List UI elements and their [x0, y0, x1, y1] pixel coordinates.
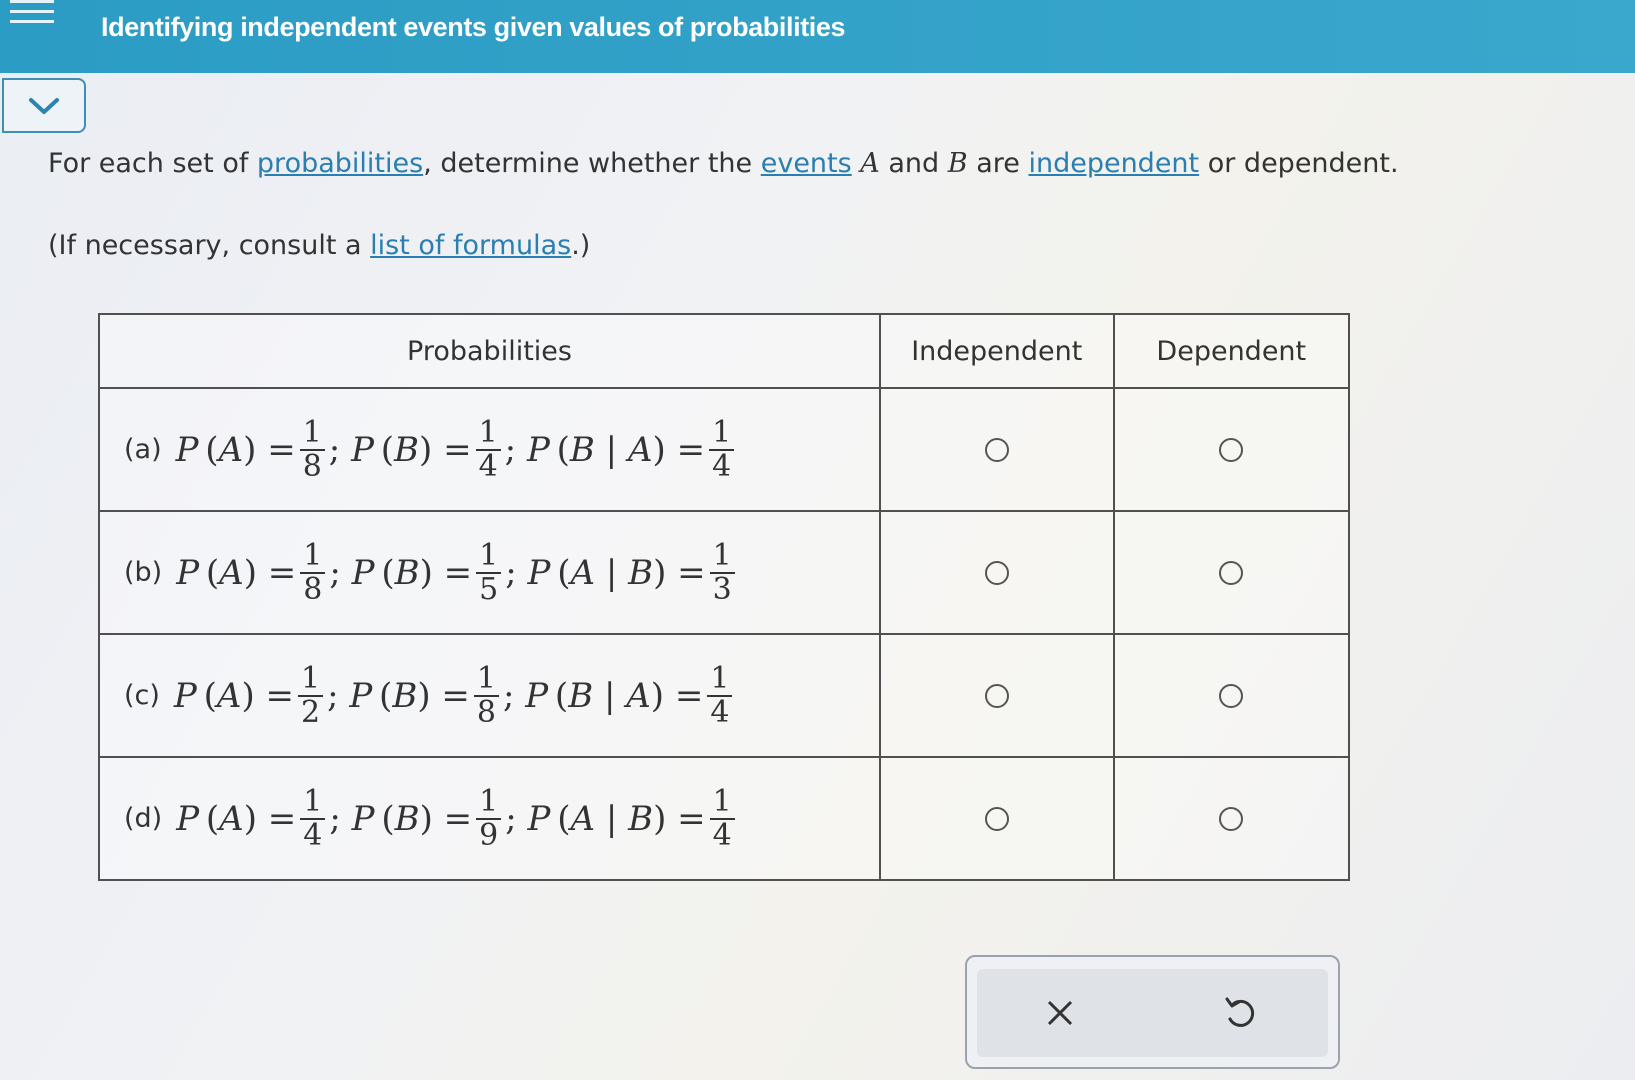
fraction-denominator: 5 [479, 571, 499, 607]
radio-independent[interactable] [984, 806, 1009, 831]
radio-independent[interactable] [984, 683, 1009, 708]
independent-cell [879, 633, 1115, 758]
variable-a: A [860, 148, 880, 179]
radio-dependent[interactable] [1219, 806, 1244, 831]
radio-independent[interactable] [984, 437, 1009, 462]
link-probabilities[interactable]: probabilities [257, 148, 423, 179]
instructions-text: are [967, 148, 1029, 179]
probabilities-cell: (d) P (A) = 1 4; P (B) = 1 9; P (A | B) = 1 4 [98, 756, 881, 881]
table-row: (a) P (A) = 1 8; P (B) = 1 4; P (B | A) = 1 4 [98, 387, 1351, 512]
fraction-pa: 14 [300, 786, 326, 853]
table-row: (c) P (A) = 1 2; P (B) = 1 8; P (B | A) = 1 4 [98, 633, 1351, 758]
fraction-conditional: 13 [709, 540, 735, 607]
chevron-down-icon [29, 97, 59, 114]
fraction-numerator: 1 [475, 417, 501, 451]
fraction-numerator: 1 [709, 786, 735, 820]
fraction-pa: 18 [299, 417, 325, 484]
hint-text: (If necessary, consult a [48, 230, 371, 261]
fraction-numerator: 1 [300, 540, 326, 574]
conditional-expression: B | A [569, 429, 653, 470]
page-title: Identifying independent events given val… [101, 12, 846, 42]
independent-cell [879, 387, 1115, 512]
probabilities-cell: (b) P (A) = 1 8; P (B) = 1 5; P (A | B) = 1 3 [98, 510, 881, 635]
instructions-text: , determine whether the [423, 148, 761, 179]
dependent-cell [1112, 510, 1351, 635]
probability-table: Probabilities Independent Dependent (a) P… [98, 313, 1351, 881]
fraction-conditional: 14 [707, 663, 733, 730]
independent-cell [879, 510, 1115, 635]
clear-button[interactable] [1030, 985, 1090, 1041]
fraction-pb: 18 [473, 663, 499, 730]
fraction-denominator: 8 [476, 694, 496, 730]
fraction-denominator: 3 [712, 571, 732, 607]
radio-independent[interactable] [984, 560, 1009, 585]
fraction-conditional: 14 [709, 417, 735, 484]
x-icon [1047, 1000, 1073, 1026]
fraction-denominator: 4 [303, 817, 323, 853]
row-label: (a) [124, 434, 162, 465]
table-header-row: Probabilities Independent Dependent [98, 313, 1351, 389]
instructions: For each set of probabilities, determine… [48, 148, 1399, 179]
collapse-button[interactable] [2, 78, 86, 133]
top-bar: Identifying independent events given val… [0, 0, 1635, 73]
dependent-cell [1112, 756, 1351, 881]
fraction-numerator: 1 [473, 663, 499, 697]
conditional-expression: A | B [570, 552, 654, 593]
link-independent[interactable]: independent [1028, 148, 1199, 179]
fraction-denominator: 4 [712, 817, 732, 853]
undo-icon [1225, 997, 1255, 1027]
fraction-denominator: 9 [479, 817, 499, 853]
action-bar [965, 955, 1340, 1069]
fraction-conditional: 14 [709, 786, 735, 853]
instructions-text: For each set of [48, 148, 257, 179]
row-label: (d) [124, 803, 163, 834]
fraction-numerator: 1 [476, 540, 502, 574]
fraction-denominator: 4 [710, 694, 730, 730]
radio-dependent[interactable] [1219, 560, 1244, 585]
fraction-denominator: 2 [301, 694, 321, 730]
link-events[interactable]: events [761, 148, 852, 179]
conditional-expression: A | B [570, 798, 654, 839]
fraction-pa: 18 [300, 540, 326, 607]
undo-button[interactable] [1210, 985, 1270, 1041]
header-dependent: Dependent [1112, 313, 1351, 389]
header-probabilities: Probabilities [98, 313, 881, 389]
probabilities-cell: (a) P (A) = 1 8; P (B) = 1 4; P (B | A) = 1 4 [98, 387, 881, 512]
dependent-cell [1112, 387, 1351, 512]
fraction-pb: 14 [475, 417, 501, 484]
radio-dependent[interactable] [1219, 683, 1244, 708]
formula-hint: (If necessary, consult a list of formula… [48, 230, 590, 261]
fraction-numerator: 1 [707, 663, 733, 697]
table-row: (d) P (A) = 1 4; P (B) = 1 9; P (A | B) = 1 4 [98, 756, 1351, 881]
instructions-text: and [879, 148, 948, 179]
variable-b: B [947, 148, 968, 179]
fraction-numerator: 1 [476, 786, 502, 820]
row-label: (b) [124, 557, 163, 588]
fraction-pb: 19 [476, 786, 502, 853]
hint-text: .) [571, 230, 591, 261]
radio-dependent[interactable] [1219, 437, 1244, 462]
fraction-denominator: 4 [478, 448, 498, 484]
conditional-expression: B | A [568, 675, 651, 716]
dependent-cell [1112, 633, 1351, 758]
fraction-numerator: 1 [299, 417, 325, 451]
probabilities-cell: (c) P (A) = 1 2; P (B) = 1 8; P (B | A) = 1 4 [98, 633, 881, 758]
header-independent: Independent [879, 313, 1115, 389]
fraction-pa: 12 [298, 663, 324, 730]
fraction-numerator: 1 [300, 786, 326, 820]
menu-icon[interactable] [10, 0, 54, 26]
table-row: (b) P (A) = 1 8; P (B) = 1 5; P (A | B) = 1 3 [98, 510, 1351, 635]
row-label: (c) [124, 680, 160, 711]
instructions-text: or dependent. [1199, 148, 1399, 179]
independent-cell [879, 756, 1115, 881]
fraction-pb: 15 [476, 540, 502, 607]
fraction-numerator: 1 [298, 663, 324, 697]
fraction-denominator: 8 [302, 448, 322, 484]
fraction-denominator: 4 [712, 448, 732, 484]
fraction-numerator: 1 [709, 540, 735, 574]
fraction-numerator: 1 [709, 417, 735, 451]
link-list-of-formulas[interactable]: list of formulas [370, 230, 571, 261]
fraction-denominator: 8 [303, 571, 323, 607]
